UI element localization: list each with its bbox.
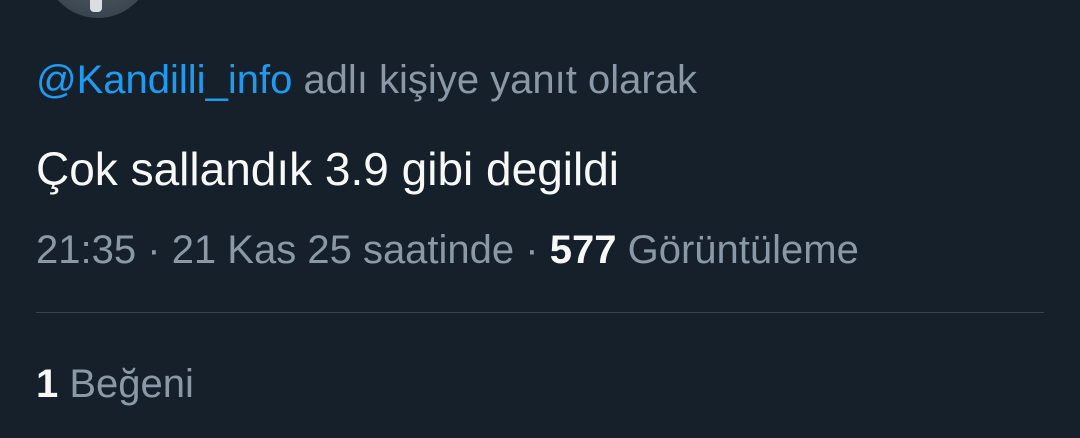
likes-count: 1 [36,362,59,406]
reply-handle-link[interactable]: @Kandilli_info [36,58,292,102]
tweet-meta: 21:35 · 21 Kas 25 saatinde · 577 Görüntü… [36,224,859,276]
likes-link[interactable]: 1 Beğeni [36,358,194,410]
reply-context: @Kandilli_info adlı kişiye yanıt olarak [36,55,697,105]
tweet-text: Çok sallandık 3.9 gibi degildi [36,143,620,195]
reply-suffix: adlı kişiye yanıt olarak [303,58,697,102]
likes-label: Beğeni [69,362,194,406]
views-label: Görüntüleme [627,228,859,272]
meta-separator: · [525,228,539,272]
avatar[interactable] [44,0,152,18]
divider [36,312,1044,313]
tweet-time[interactable]: 21:35 [36,228,136,272]
views-count: 577 [549,228,617,272]
meta-separator: · [147,228,161,272]
avatar-figure [90,0,102,12]
tweet-date[interactable]: 21 Kas 25 saatinde [172,228,514,272]
